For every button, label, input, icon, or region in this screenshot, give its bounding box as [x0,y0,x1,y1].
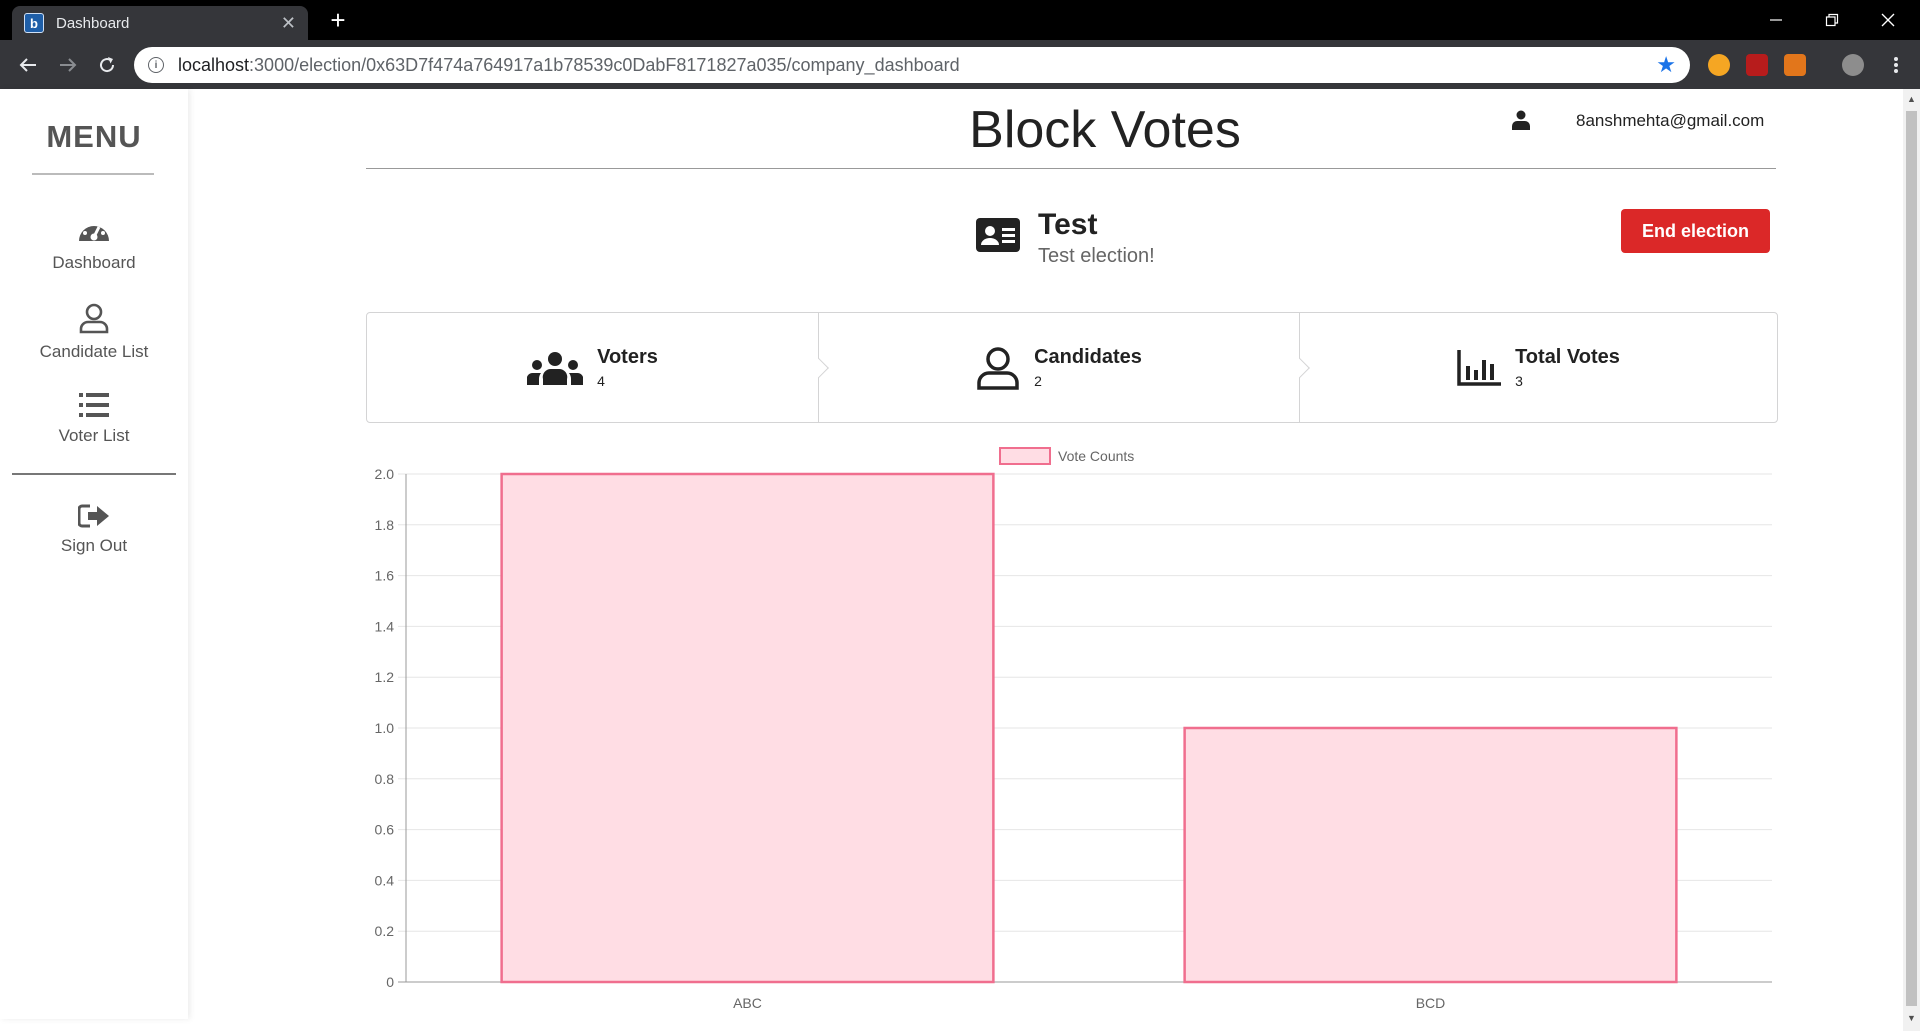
sidebar-item-candidate-list[interactable]: Candidate List [0,302,188,362]
stat-title-voters: Voters [597,346,658,368]
close-window-icon[interactable] [1860,0,1916,40]
tab-title: Dashboard [56,14,130,32]
sidebar-label-candidate-list: Candidate List [39,342,149,361]
y-tick-label: 1.4 [375,618,395,634]
stat-candidates: Candidates 2 [818,313,1310,422]
stat-voters: Voters 4 [367,313,829,422]
bar-bcd [1183,726,1678,984]
stat-total-votes: Total Votes 3 [1299,313,1777,422]
menu-divider-bottom [12,473,176,475]
sign-out-icon [78,504,109,528]
user-outline-icon [79,303,109,334]
extension-icon[interactable] [1708,54,1730,76]
stat-value-voters: 4 [597,373,605,389]
users-icon [527,351,584,385]
browser-tab[interactable]: b Dashboard ✕ [12,6,308,40]
new-tab-button[interactable]: + [324,6,352,34]
y-tick-label: 0.4 [375,872,395,888]
header-divider [366,168,1776,169]
metamask-extension-icon[interactable] [1784,54,1806,76]
page-scrollbar[interactable]: ▲ ▼ [1903,89,1920,1031]
sidebar-item-dashboard[interactable]: Dashboard [0,215,188,273]
forward-arrow-icon[interactable] [53,50,83,80]
browser-menu-icon[interactable] [1881,50,1911,80]
sidebar-label-dashboard: Dashboard [52,253,136,272]
scrollbar-thumb[interactable] [1906,111,1917,1006]
menu-divider [32,173,154,175]
bar-chart-icon [1457,349,1502,386]
close-tab-icon[interactable]: ✕ [281,13,296,34]
y-tick-label: 0.8 [375,771,395,787]
list-icon [79,393,109,417]
browser-toolbar: i localhost:3000/election/0x63D7f474a764… [0,40,1920,89]
user-icon [1512,110,1530,130]
scroll-down-arrow-icon[interactable]: ▼ [1903,1010,1920,1027]
browser-tab-bar: b Dashboard ✕ + [0,0,1920,40]
url-text: localhost:3000/election/0x63D7f474a76491… [178,55,1656,76]
end-election-button[interactable]: End election [1621,209,1770,253]
reload-icon[interactable] [92,50,122,80]
sidebar-item-sign-out[interactable]: Sign Out [0,504,188,556]
legend-label: Vote Counts [1058,448,1134,464]
stat-title-candidates: Candidates [1034,346,1142,368]
election-description: Test election! [1038,245,1155,267]
url-path: :3000/election/0x63D7f474a764917a1b78539… [249,54,960,75]
x-tick-label: ABC [733,995,762,1011]
y-tick-label: 0.6 [375,822,395,838]
sidebar-label-sign-out: Sign Out [60,536,128,555]
y-tick-label: 0.2 [375,923,395,939]
favicon-icon: b [24,13,44,33]
stat-value-candidates: 2 [1034,373,1042,389]
ublock-extension-icon[interactable] [1746,54,1768,76]
stats-bar: Voters 4 Candidates 2 Total Votes 3 [366,312,1778,423]
bookmark-star-icon[interactable]: ★ [1656,52,1676,78]
stat-title-total-votes: Total Votes [1515,346,1620,368]
sidebar-label-voter-list: Voter List [58,426,130,445]
id-card-icon [976,218,1020,252]
address-bar[interactable]: i localhost:3000/election/0x63D7f474a764… [134,47,1690,83]
stat-value-total-votes: 3 [1515,373,1523,389]
profile-avatar[interactable] [1842,54,1864,76]
user-email: 8anshmehta@gmail.com [1576,111,1765,130]
bar-abc [500,472,995,984]
sidebar-item-voter-list[interactable]: Voter List [0,392,188,446]
menu-title: MENU [46,119,142,154]
url-host: localhost [178,54,250,75]
scroll-up-arrow-icon[interactable]: ▲ [1903,91,1920,108]
y-tick-label: 1.2 [375,669,395,685]
minimize-window-icon[interactable] [1748,0,1804,40]
y-tick-label: 1.6 [375,568,395,584]
back-arrow-icon[interactable] [13,50,43,80]
y-tick-label: 1.0 [375,720,395,736]
dashboard-gauge-icon [79,220,109,241]
y-tick-label: 1.8 [375,517,395,533]
site-info-icon[interactable]: i [148,57,164,73]
restore-window-icon[interactable] [1804,0,1860,40]
sidebar: MENU Dashboard Candidate List Voter List [0,89,188,1019]
y-tick-label: 0 [386,974,394,990]
vote-count-chart: 0 0.2 0.4 0.6 0.8 1.0 1.2 1.4 1.6 1.8 2.0 Vote Coun… [375,447,1772,1011]
user-outline-icon [977,346,1019,390]
election-title: Test [1038,208,1098,241]
brand-title: Block Votes [969,101,1241,159]
x-tick-label: BCD [1416,995,1446,1011]
y-tick-label: 2.0 [375,466,395,482]
legend-swatch [999,447,1051,465]
